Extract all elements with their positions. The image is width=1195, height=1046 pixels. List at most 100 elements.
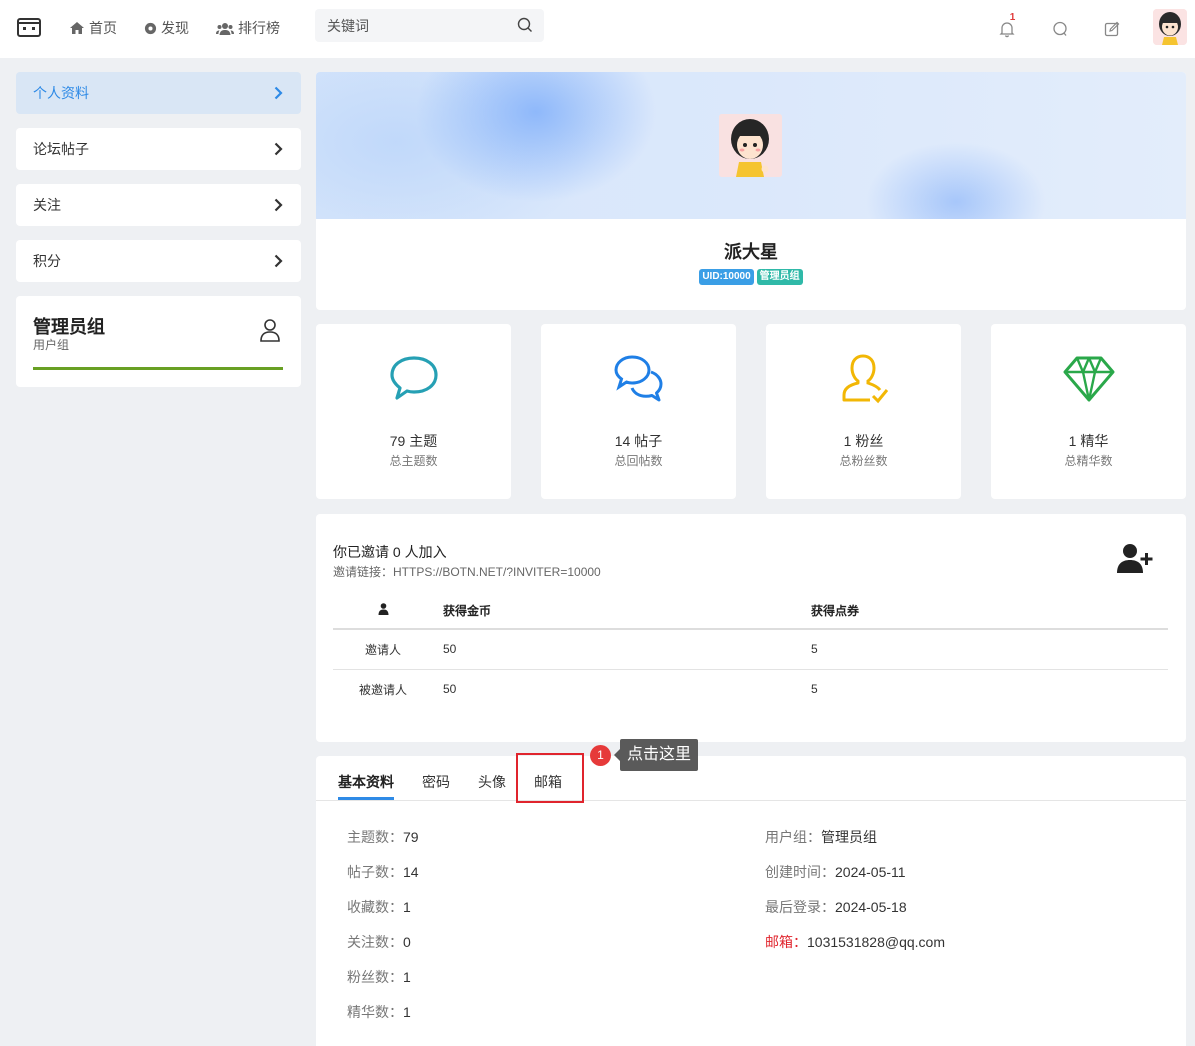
info-key: 精华数： bbox=[347, 1004, 403, 1020]
table-cell: 被邀请人 bbox=[358, 682, 407, 697]
info-key: 收藏数： bbox=[347, 899, 403, 915]
edit-icon bbox=[1104, 21, 1120, 37]
sidebar-item-points[interactable]: 积分 bbox=[16, 240, 301, 282]
info-value: 1 bbox=[403, 1004, 411, 1020]
info-value: 14 bbox=[403, 864, 419, 880]
sidebar-item-label: 个人资料 bbox=[33, 85, 89, 101]
stat-essence: 1 精华 总精华数 bbox=[991, 324, 1186, 499]
search-input[interactable] bbox=[325, 9, 505, 42]
info-key: 用户组： bbox=[765, 829, 821, 845]
nav-discover[interactable]: 发现 bbox=[144, 18, 189, 38]
active-tab-indicator bbox=[338, 797, 394, 800]
info-last-login: 最后登录：2024-05-18 bbox=[765, 897, 907, 917]
nav-home-label: 首页 bbox=[89, 20, 117, 36]
comments-icon bbox=[541, 352, 736, 404]
sidebar-item-posts[interactable]: 论坛帖子 bbox=[16, 128, 301, 170]
table-header-row: 获得金币 获得点券 bbox=[333, 592, 1168, 630]
table-row: 被邀请人 50 5 bbox=[333, 669, 1168, 709]
info-key: 邮箱： bbox=[765, 934, 807, 950]
info-user-group: 用户组：管理员组 bbox=[765, 827, 877, 847]
info-key: 创建时间： bbox=[765, 864, 835, 880]
search-icon[interactable] bbox=[517, 17, 533, 38]
notification-button[interactable]: 1 bbox=[993, 12, 1021, 43]
stat-label: 总主题数 bbox=[389, 454, 438, 468]
info-value: 0 bbox=[403, 934, 411, 950]
users-icon bbox=[216, 22, 234, 35]
info-essence: 精华数：1 bbox=[347, 1002, 411, 1022]
stat-topics: 79 主题 总主题数 bbox=[316, 324, 511, 499]
info-fans: 粉丝数：1 bbox=[347, 967, 411, 987]
info-following: 关注数：0 bbox=[347, 932, 411, 952]
nav-discover-label: 发现 bbox=[161, 20, 189, 36]
click-here-tooltip: 点击这里 bbox=[613, 739, 699, 771]
invite-link[interactable]: 邀请链接：HTTPS://BOTN.NET/?INVITER=10000 bbox=[333, 563, 601, 580]
info-value: 79 bbox=[403, 829, 419, 845]
info-email: 邮箱：1031531828@qq.com bbox=[765, 932, 945, 952]
profile-badges: UID:10000 管理员组 bbox=[316, 269, 1186, 285]
stat-value: 79 主题 bbox=[389, 433, 438, 449]
nav-home[interactable]: 首页 bbox=[69, 18, 117, 38]
user-check-icon bbox=[766, 352, 961, 406]
coupon-column-header: 获得点券 bbox=[800, 592, 1168, 630]
user-avatar[interactable] bbox=[1153, 9, 1187, 45]
info-topics: 主题数：79 bbox=[347, 827, 419, 847]
message-button[interactable] bbox=[1046, 15, 1074, 43]
logo-icon[interactable] bbox=[17, 15, 41, 37]
user-icon bbox=[259, 318, 281, 347]
profile-name: 派大星 bbox=[724, 242, 778, 262]
user-plus-icon[interactable] bbox=[1116, 542, 1154, 579]
info-created: 创建时间：2024-05-11 bbox=[765, 862, 906, 882]
tab-password[interactable]: 密码 bbox=[422, 772, 450, 792]
search-box bbox=[315, 9, 544, 42]
user-group-card: 管理员组 用户组 bbox=[16, 296, 301, 387]
diamond-icon bbox=[991, 352, 1186, 404]
nav-ranking-label: 排行榜 bbox=[238, 20, 280, 36]
info-value: 1 bbox=[403, 899, 411, 915]
info-value: 2024-05-11 bbox=[835, 864, 906, 880]
sidebar-item-profile[interactable]: 个人资料 bbox=[16, 72, 301, 114]
top-navbar: 首页 发现 排行榜 1 bbox=[0, 0, 1195, 58]
profile-card: 派大星 UID:10000 管理员组 bbox=[316, 72, 1186, 310]
chevron-right-icon bbox=[274, 86, 283, 100]
step-number-badge: 1 bbox=[590, 745, 611, 766]
profile-tabs: 基本资料 密码 头像 邮箱 bbox=[316, 756, 1186, 801]
invite-title: 你已邀请 0 人加入 bbox=[333, 544, 447, 560]
invite-card: 你已邀请 0 人加入 邀请链接：HTTPS://BOTN.NET/?INVITE… bbox=[316, 514, 1186, 742]
nav-ranking[interactable]: 排行榜 bbox=[216, 18, 280, 38]
stat-label: 总回帖数 bbox=[614, 454, 663, 468]
write-post-button[interactable] bbox=[1098, 15, 1126, 43]
stat-value: 1 精华 bbox=[1068, 433, 1109, 449]
user-icon bbox=[378, 602, 388, 615]
sidebar-item-label: 关注 bbox=[33, 197, 61, 213]
table-cell: 50 bbox=[443, 682, 457, 697]
chevron-right-icon bbox=[274, 198, 283, 212]
email-tab-highlight bbox=[516, 753, 584, 803]
chevron-right-icon bbox=[274, 142, 283, 156]
sidebar-item-follow[interactable]: 关注 bbox=[16, 184, 301, 226]
stat-fans: 1 粉丝 总粉丝数 bbox=[766, 324, 961, 499]
uid-badge: UID:10000 bbox=[699, 269, 754, 285]
invite-table: 获得金币 获得点券 邀请人 50 5 被邀请人 50 5 bbox=[333, 592, 1168, 709]
stat-replies: 14 帖子 总回帖数 bbox=[541, 324, 736, 499]
home-icon bbox=[70, 22, 84, 34]
sidebar-item-label: 积分 bbox=[33, 253, 61, 269]
info-favorites: 收藏数：1 bbox=[347, 897, 411, 917]
info-key: 粉丝数： bbox=[347, 969, 403, 985]
speech-bubble-icon bbox=[316, 352, 511, 404]
table-cell: 5 bbox=[811, 682, 818, 697]
info-posts: 帖子数：14 bbox=[347, 862, 419, 882]
tab-basic-info[interactable]: 基本资料 bbox=[338, 772, 394, 792]
stat-value: 14 帖子 bbox=[614, 433, 663, 449]
group-progress-bar bbox=[33, 367, 283, 370]
table-row: 邀请人 50 5 bbox=[333, 629, 1168, 670]
profile-avatar[interactable] bbox=[719, 114, 782, 177]
gold-column-header: 获得金币 bbox=[433, 592, 800, 630]
info-value: 2024-05-18 bbox=[835, 899, 907, 915]
info-key: 帖子数： bbox=[347, 864, 403, 880]
table-cell: 50 bbox=[433, 629, 800, 670]
info-value: 管理员组 bbox=[821, 829, 877, 845]
tab-avatar[interactable]: 头像 bbox=[478, 772, 506, 792]
info-key: 关注数： bbox=[347, 934, 403, 950]
group-badge: 管理员组 bbox=[756, 269, 803, 285]
info-key: 最后登录： bbox=[765, 899, 835, 915]
